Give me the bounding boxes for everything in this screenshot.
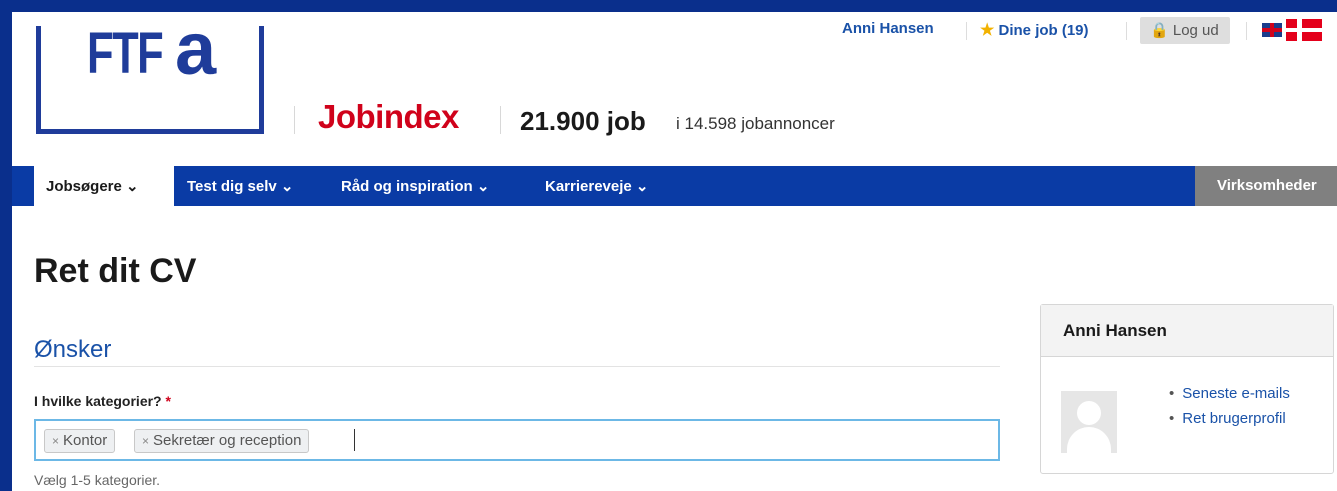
job-count: 21.900 job	[520, 106, 646, 136]
category-tag: × Kontor	[44, 429, 116, 453]
profile-card: Anni Hansen Seneste e-mails Ret brugerpr…	[1040, 304, 1334, 474]
lock-icon: 🔒	[1150, 22, 1169, 39]
header-divider	[294, 106, 295, 134]
logout-button[interactable]: 🔒 Log ud	[1140, 17, 1230, 44]
main-nav: Jobsøgere ⌄ Test dig selv ⌄ Råd og inspi…	[12, 166, 1337, 207]
user-name-link[interactable]: Anni Hansen	[842, 20, 934, 37]
logout-label: Log ud	[1172, 22, 1219, 39]
section-title: Ønsker	[34, 336, 112, 363]
profile-card-name: Anni Hansen	[1041, 305, 1333, 357]
required-marker: *	[165, 393, 171, 409]
section-divider	[34, 366, 1000, 367]
nav-item-karriereveje[interactable]: Karriereveje ⌄	[545, 166, 648, 206]
header-divider	[500, 106, 501, 134]
category-field-label: I hvilke kategorier? *	[34, 393, 171, 409]
tag-label: Sekretær og reception	[153, 432, 302, 449]
avatar-placeholder-icon[interactable]	[1061, 391, 1117, 453]
topbar-divider	[1246, 22, 1247, 40]
ftf-logo[interactable]: FTF a	[36, 7, 264, 134]
topbar-divider	[1126, 22, 1127, 40]
category-tag: × Sekretær og reception	[134, 429, 310, 453]
nav-item-virksomheder[interactable]: Virksomheder	[1195, 166, 1337, 206]
job-ads-count: i 14.598 jobannoncer	[676, 114, 835, 133]
logo-ftf-text: FTF	[87, 21, 164, 86]
nav-item-test-dig-selv[interactable]: Test dig selv ⌄	[187, 166, 294, 206]
avatar-body-shape	[1067, 427, 1111, 453]
avatar-head-shape	[1077, 401, 1101, 425]
remove-tag-icon[interactable]: ×	[142, 434, 149, 448]
my-jobs-link[interactable]: ★ Dine job (19)	[980, 20, 1089, 40]
jobindex-logo[interactable]: Jobindex	[318, 98, 459, 136]
nav-item-raad-og-inspiration[interactable]: Råd og inspiration ⌄	[341, 166, 489, 206]
page-title: Ret dit CV	[34, 252, 197, 290]
category-hint: Vælg 1-5 kategorier.	[34, 472, 161, 488]
flag-dk-icon[interactable]	[1286, 19, 1322, 41]
remove-tag-icon[interactable]: ×	[52, 434, 59, 448]
text-caret	[354, 429, 355, 451]
my-jobs-label: Dine job (19)	[998, 22, 1089, 39]
logo-a-text: a	[175, 7, 217, 90]
link-edit-profile[interactable]: Ret brugerprofil	[1169, 410, 1290, 427]
profile-links: Seneste e-mails Ret brugerprofil	[1169, 385, 1290, 435]
link-latest-emails[interactable]: Seneste e-mails	[1169, 385, 1290, 402]
category-tag-input[interactable]: × Kontor × Sekretær og reception	[34, 419, 1000, 461]
topbar-divider	[966, 22, 967, 40]
category-label-text: I hvilke kategorier?	[34, 393, 162, 409]
logo-text: FTF a	[87, 7, 216, 90]
flag-uk-icon[interactable]	[1262, 23, 1282, 37]
star-icon: ★	[980, 22, 995, 39]
tag-label: Kontor	[63, 432, 108, 449]
nav-item-jobsogere[interactable]: Jobsøgere ⌄	[34, 166, 174, 207]
